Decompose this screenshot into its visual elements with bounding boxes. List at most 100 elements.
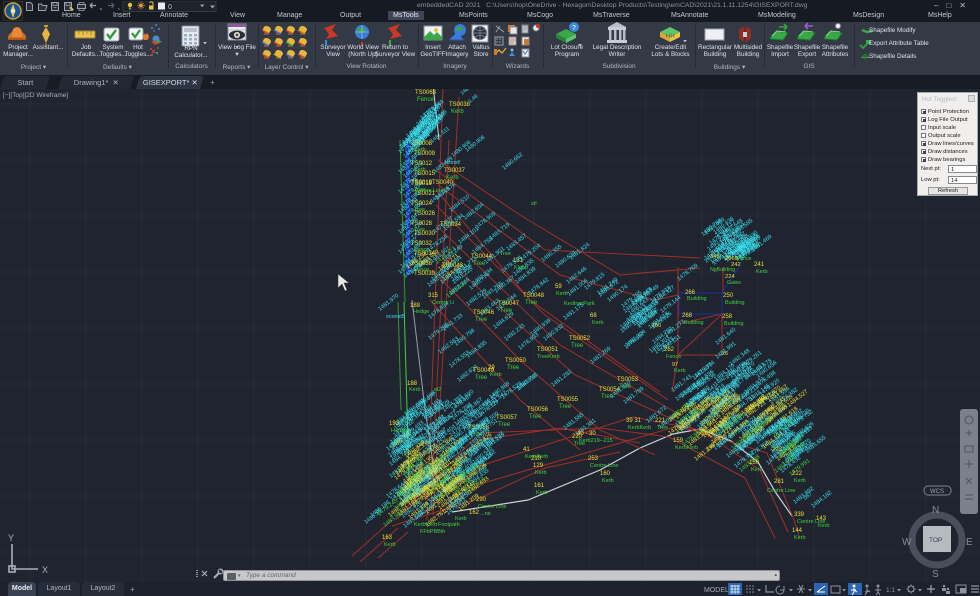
svg-text:Tree: Tree [498,422,511,428]
svg-text:sconst5: sconst5 [386,314,405,320]
svg-text:TS0056: TS0056 [527,407,549,413]
svg-text:210: 210 [531,456,542,462]
svg-text:Kerb: Kerb [490,372,502,378]
svg-text:Kerb: Kerb [409,387,421,393]
svg-text:1:1: 1:1 [886,587,895,594]
svg-text:Tree: Tree [507,365,520,371]
svg-text:st2: st2 [434,387,441,393]
svg-text:Tree: Tree [574,441,585,447]
svg-text:221: 221 [655,418,666,424]
svg-text:339: 339 [794,512,805,518]
svg-text:345: 345 [710,254,720,260]
svg-text:262: 262 [664,347,675,353]
svg-text:E: E [966,537,973,548]
svg-text:100: 100 [652,323,661,329]
svg-text:KerbKerb: KerbKerb [414,522,437,528]
svg-text:Kerb: Kerb [751,467,763,473]
svg-text:TOP: TOP [929,537,942,544]
svg-text:Centre Line: Centre Line [767,488,795,494]
svg-text:68: 68 [590,313,597,319]
svg-text:Fence: Fence [417,97,434,103]
svg-text:193: 193 [389,421,400,427]
svg-text:222: 222 [792,471,803,477]
svg-text:HH: HH [666,34,675,40]
svg-text:Tree: Tree [559,404,572,410]
svg-text:...ne: ...ne [480,511,491,517]
svg-text:Tree: Tree [529,414,542,420]
svg-text:Building: Building [725,300,745,306]
svg-text:163: 163 [382,535,393,541]
svg-text:TS0055: TS0055 [557,397,579,403]
svg-text:TS0051: TS0051 [537,347,559,353]
svg-text:Kerb: Kerb [384,542,396,548]
svg-text:st!: st! [531,201,537,207]
svg-text:Kerb: Kerb [451,109,464,115]
svg-text:TS0047: TS0047 [498,301,520,307]
svg-text:TS0019: TS0019 [411,180,433,186]
svg-text:144: 144 [792,528,803,534]
svg-text:Fence: Fence [666,354,681,360]
svg-text:Kerb: Kerb [818,523,830,529]
svg-text:129: 129 [533,463,544,469]
svg-text:Kerb: Kerb [455,516,467,522]
svg-text:Centre Line: Centre Line [478,504,506,510]
svg-text:Tree: Tree [500,308,513,314]
svg-text:290: 290 [476,497,487,503]
svg-text:253: 253 [588,456,599,462]
svg-text:220: 220 [572,434,583,440]
svg-text:0: 0 [168,4,172,11]
svg-text:NgBuilding: NgBuilding [710,267,735,273]
svg-text:Fence: Fence [737,256,752,262]
svg-text:TS0046: TS0046 [473,310,495,316]
svg-text:TS0037: TS0037 [444,168,466,174]
svg-text:281: 281 [774,479,785,485]
svg-text:Kerb: Kerb [794,535,806,541]
svg-text:Building: Building [724,321,744,327]
svg-text:Building: Building [687,296,707,302]
svg-text:315: 315 [428,293,439,299]
svg-text:TreeKerb: TreeKerb [537,354,560,360]
svg-text:W: W [902,537,912,548]
svg-text:X: X [42,565,48,575]
svg-text:Hedge: Hedge [391,428,407,434]
svg-text:Kerb: Kerb [794,478,806,484]
svg-text:TS0048: TS0048 [523,293,545,299]
svg-text:Kerb: Kerb [674,368,686,374]
svg-text:Y: Y [8,533,14,543]
svg-text:143: 143 [816,516,827,522]
svg-text:TS0052: TS0052 [569,336,591,342]
svg-text:Kerb: Kerb [602,478,614,484]
svg-text:?: ? [572,25,576,32]
svg-text:FFbPBBth: FFbPBBth [420,529,445,535]
svg-text:TS0038: TS0038 [449,102,471,108]
svg-text:150: 150 [749,460,760,466]
svg-text:sconst!: sconst! [444,160,460,166]
svg-text:162: 162 [469,510,480,516]
svg-text:29: 29 [488,365,495,371]
svg-text:Kerb: Kerb [756,269,768,275]
svg-text:N: N [932,505,939,516]
svg-text:S: S [932,569,939,580]
svg-text:Kerb: Kerb [535,470,547,476]
svg-text:Gates: Gates [727,280,741,286]
svg-text:59: 59 [555,284,562,290]
svg-text:TS0050: TS0050 [505,358,527,364]
svg-text:268: 268 [682,313,693,319]
svg-text:Kerb: Kerb [592,320,604,326]
svg-text:Footpath: Footpath [438,522,460,528]
svg-text:MODEL: MODEL [704,587,729,594]
svg-text:41: 41 [523,447,530,453]
svg-text:250: 250 [723,293,734,299]
svg-text:160: 160 [600,471,611,477]
svg-text:Building: Building [684,320,704,326]
svg-text:Centre Line: Centre Line [590,463,618,469]
svg-text:KerbKerb: KerbKerb [628,425,651,431]
svg-text:Tree: Tree [475,317,488,323]
svg-text:Hedge: Hedge [413,309,429,315]
svg-text:161: 161 [534,483,545,489]
svg-text:WCS: WCS [930,489,944,495]
svg-text:Tree: Tree [525,300,538,306]
svg-text:Tree: Tree [657,425,668,431]
svg-text:39 31: 39 31 [626,418,642,424]
svg-text:Kerb: Kerb [536,490,548,496]
